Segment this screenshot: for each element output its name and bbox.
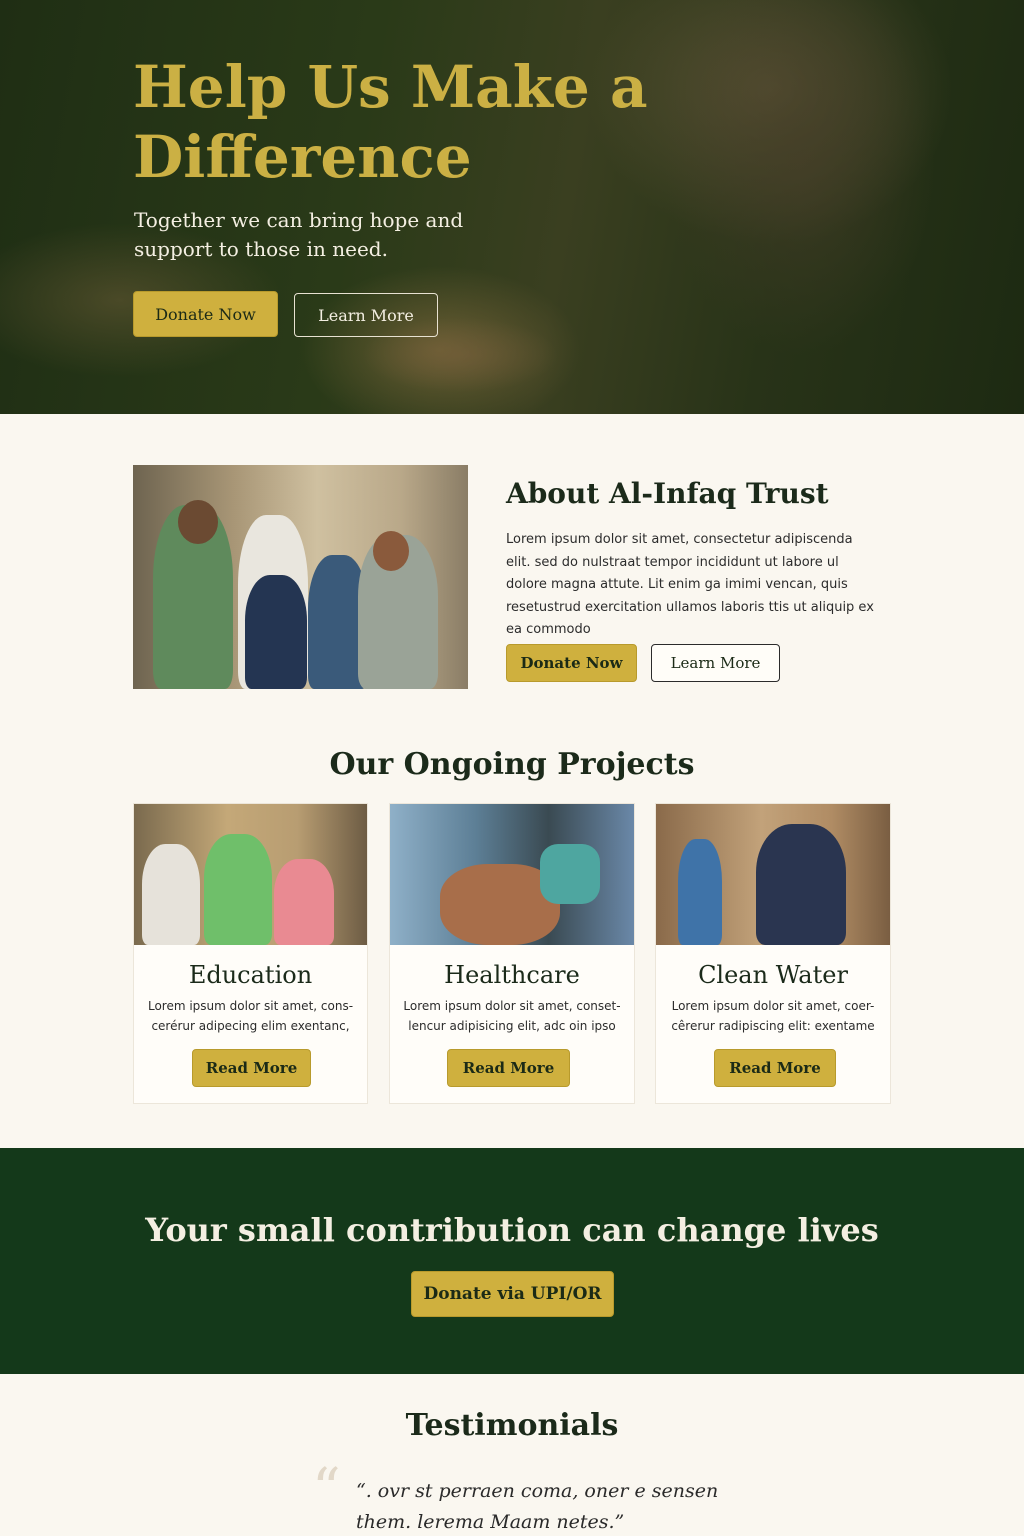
hero-learn-more-button[interactable]: Learn More xyxy=(294,293,438,337)
person-figure xyxy=(142,844,200,945)
project-text: Lorem ipsum dolor sit amet, cons-cerérur… xyxy=(147,999,354,1033)
about-text: Lorem ipsum dolor sit amet, consectetur … xyxy=(506,532,874,637)
person-figure xyxy=(178,500,218,544)
project-text: Lorem ipsum dolor sit amet, conset-lencu… xyxy=(403,999,621,1033)
testimonial-quote: “. ovr st perraen coma, oner e sensen th… xyxy=(356,1480,719,1533)
project-card-education: Education Lorem ipsum dolor sit amet, co… xyxy=(133,803,368,1104)
cta-title: Your small contribution can change lives xyxy=(145,1211,879,1249)
healthcare-image xyxy=(390,804,634,945)
about-photo xyxy=(133,465,468,689)
about-donate-button[interactable]: Donate Now xyxy=(506,644,637,682)
person-figure xyxy=(245,575,307,689)
hero-donate-button[interactable]: Donate Now xyxy=(133,291,278,337)
project-card-clean-water: Clean Water Lorem ipsum dolor sit amet, … xyxy=(655,803,891,1104)
clean-water-image xyxy=(656,804,890,945)
about-title: About Al-Infaq Trust xyxy=(506,477,829,510)
project-card-healthcare: Healthcare Lorem ipsum dolor sit amet, c… xyxy=(389,803,635,1104)
person-figure xyxy=(678,839,722,945)
person-figure xyxy=(274,859,334,945)
education-image xyxy=(134,804,367,945)
project-title: Healthcare xyxy=(444,961,580,989)
project-title: Clean Water xyxy=(698,961,848,989)
project-text: Lorem ipsum dolor sit amet, coer-cêrerur… xyxy=(671,999,875,1033)
hero-subtitle: Together we can bring hope and support t… xyxy=(134,208,464,261)
education-read-more-button[interactable]: Read More xyxy=(192,1049,311,1087)
person-figure xyxy=(373,531,409,571)
hero-title: Help Us Make a Difference xyxy=(133,53,648,191)
person-figure xyxy=(756,824,846,945)
about-learn-more-button[interactable]: Learn More xyxy=(651,644,780,682)
donation-cta-section xyxy=(0,1148,1024,1374)
projects-title: Our Ongoing Projects xyxy=(329,747,695,782)
quote-icon: “ xyxy=(312,1457,341,1522)
person-figure xyxy=(204,834,272,945)
cloth-figure xyxy=(540,844,600,904)
clean-water-read-more-button[interactable]: Read More xyxy=(714,1049,836,1087)
hero-background-image xyxy=(600,0,1024,414)
testimonials-title: Testimonials xyxy=(405,1408,619,1443)
donate-upi-button[interactable]: Donate via UPI/OR xyxy=(411,1271,614,1317)
healthcare-read-more-button[interactable]: Read More xyxy=(447,1049,570,1087)
project-title: Education xyxy=(188,961,313,989)
